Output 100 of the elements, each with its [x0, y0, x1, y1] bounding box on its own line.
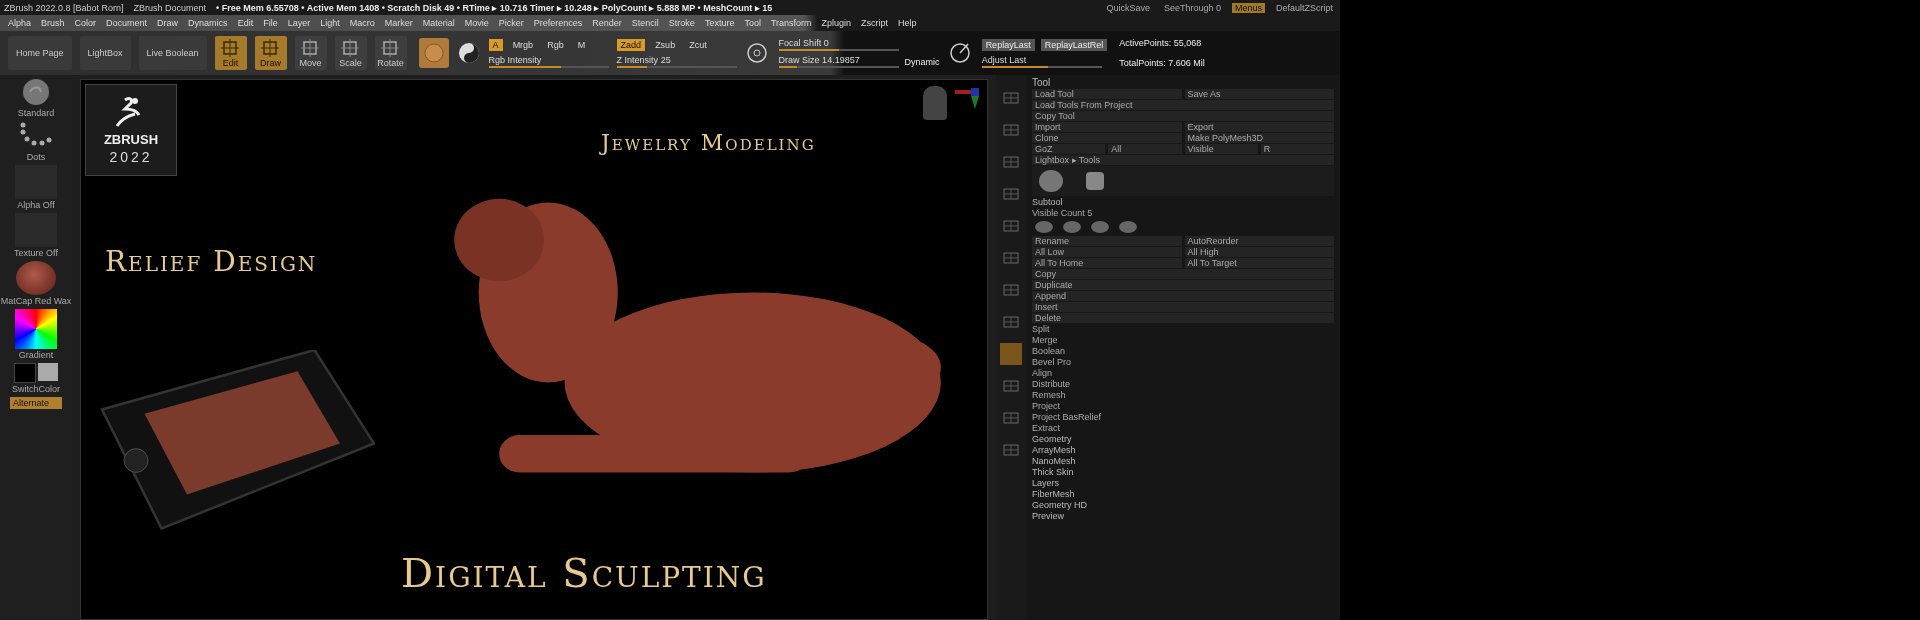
- tool-button[interactable]: Draw: [254, 36, 287, 70]
- palette-button[interactable]: Visible: [1184, 144, 1258, 154]
- palette-section[interactable]: Split: [1032, 324, 1334, 334]
- palette-button[interactable]: All High: [1184, 247, 1334, 257]
- palette-button[interactable]: Lightbox ▸ Tools: [1032, 155, 1334, 165]
- palette-button[interactable]: R: [1260, 144, 1334, 154]
- menu-item[interactable]: Alpha: [8, 18, 32, 28]
- palette-section[interactable]: Merge: [1032, 335, 1334, 345]
- menu-item[interactable]: Zscript: [861, 18, 889, 28]
- palette-button[interactable]: Import: [1032, 122, 1182, 132]
- channel-toggle[interactable]: A: [488, 38, 503, 51]
- tool-button[interactable]: Rotate: [374, 36, 407, 70]
- menu-item[interactable]: Picker: [498, 18, 524, 28]
- title-bar-button[interactable]: Menus: [1231, 2, 1265, 13]
- adjust-last-slider[interactable]: Adjust Last: [981, 54, 1102, 68]
- palette-button[interactable]: Clone: [1032, 133, 1182, 143]
- palette-button[interactable]: Duplicate: [1032, 280, 1334, 290]
- palette-button[interactable]: Make PolyMesh3D: [1184, 133, 1334, 143]
- menu-item[interactable]: Material: [422, 18, 455, 28]
- menu-item[interactable]: File: [263, 18, 278, 28]
- menu-item[interactable]: Tool: [744, 18, 761, 28]
- draw-size-slider[interactable]: Draw Size 14.19857: [778, 55, 899, 68]
- palette-button[interactable]: Insert: [1032, 302, 1334, 312]
- palette-section[interactable]: Distribute: [1032, 379, 1334, 389]
- palette-section[interactable]: Align: [1032, 368, 1334, 378]
- palette-button[interactable]: Save As: [1184, 89, 1334, 99]
- tool-button[interactable]: Edit: [214, 36, 247, 70]
- palette-section[interactable]: Remesh: [1032, 390, 1334, 400]
- title-bar-button[interactable]: SeeThrough 0: [1160, 2, 1224, 13]
- rgb-intensity-slider[interactable]: Rgb Intensity: [488, 54, 609, 68]
- menu-item[interactable]: Macro: [349, 18, 375, 28]
- palette-button[interactable]: Rename: [1032, 236, 1182, 246]
- palette-button[interactable]: Append: [1032, 291, 1334, 301]
- palette-section[interactable]: Bevel Pro: [1032, 357, 1334, 367]
- title-bar-button[interactable]: QuickSave: [1103, 2, 1153, 13]
- focal-shift-slider[interactable]: Focal Shift 0: [778, 38, 899, 51]
- menu-item[interactable]: Texture: [704, 18, 735, 28]
- palette-section[interactable]: Project BasRelief: [1032, 412, 1334, 422]
- palette-menu[interactable]: Layers: [1032, 478, 1334, 488]
- palette-button[interactable]: All To Home: [1032, 258, 1182, 268]
- section-header[interactable]: Subtool: [1032, 197, 1334, 207]
- palette-button[interactable]: All: [1108, 144, 1182, 154]
- menu-item[interactable]: Render: [592, 18, 622, 28]
- menu-item[interactable]: Stencil: [631, 18, 659, 28]
- material-ball-icon[interactable]: [16, 261, 56, 295]
- palette-menu[interactable]: Geometry HD: [1032, 500, 1334, 510]
- menu-item[interactable]: Zplugin: [821, 18, 852, 28]
- depth-toggle[interactable]: Zcut: [685, 38, 711, 51]
- palette-button[interactable]: Delete: [1032, 313, 1334, 323]
- nav-button[interactable]: Live Boolean: [138, 36, 207, 70]
- tool-button[interactable]: Scale: [334, 36, 367, 70]
- menu-item[interactable]: Preferences: [533, 18, 583, 28]
- menu-item[interactable]: Brush: [41, 18, 65, 28]
- depth-toggle[interactable]: Zadd: [616, 38, 646, 51]
- palette-button[interactable]: All To Target: [1184, 258, 1334, 268]
- menu-item[interactable]: Marker: [384, 18, 413, 28]
- palette-button[interactable]: GoZ: [1032, 144, 1106, 154]
- nav-button[interactable]: LightBox: [79, 36, 131, 70]
- palette-section[interactable]: Project: [1032, 401, 1334, 411]
- secondary-color-swatch[interactable]: [38, 363, 58, 381]
- palette-button[interactable]: Export: [1184, 122, 1334, 132]
- palette-button[interactable]: Load Tool: [1032, 89, 1182, 99]
- dynamic-button[interactable]: Dynamic: [904, 56, 940, 67]
- menu-item[interactable]: Dynamics: [188, 18, 228, 28]
- alternate-toggle[interactable]: Alternate: [10, 397, 62, 409]
- main-color-swatch[interactable]: [14, 363, 36, 383]
- menu-item[interactable]: Stroke: [668, 18, 695, 28]
- channel-toggle[interactable]: Mrgb: [508, 38, 538, 51]
- palette-menu[interactable]: Thick Skin: [1032, 467, 1334, 477]
- palette-button[interactable]: Load Tools From Project: [1032, 100, 1334, 110]
- head-thumbnail[interactable]: [923, 86, 947, 120]
- palette-menu[interactable]: Preview: [1032, 511, 1334, 521]
- depth-toggle[interactable]: Zsub: [651, 38, 680, 51]
- replay-button[interactable]: ReplayLastRel: [1040, 38, 1108, 51]
- menu-item[interactable]: Help: [898, 18, 917, 28]
- palette-menu[interactable]: NanoMesh: [1032, 456, 1334, 466]
- channel-toggle[interactable]: Rgb: [543, 38, 568, 51]
- palette-button[interactable]: All Low: [1032, 247, 1182, 257]
- menu-item[interactable]: Draw: [157, 18, 179, 28]
- palette-section[interactable]: Boolean: [1032, 346, 1334, 356]
- palette-button[interactable]: AutoReorder: [1184, 236, 1334, 246]
- menu-item[interactable]: Edit: [237, 18, 254, 28]
- palette-menu[interactable]: Geometry: [1032, 434, 1334, 444]
- channel-toggle[interactable]: M: [573, 38, 590, 51]
- menu-item[interactable]: Color: [74, 18, 97, 28]
- palette-button[interactable]: Copy: [1032, 269, 1334, 279]
- palette-button[interactable]: Copy Tool: [1032, 111, 1334, 121]
- color-picker[interactable]: [15, 309, 57, 349]
- title-bar-button[interactable]: DefaultZScript: [1272, 2, 1336, 13]
- palette-menu[interactable]: ArrayMesh: [1032, 445, 1334, 455]
- menu-item[interactable]: Document: [106, 18, 148, 28]
- tool-button[interactable]: Move: [294, 36, 327, 70]
- z-intensity-slider[interactable]: Z Intensity 25: [616, 54, 737, 68]
- palette-menu[interactable]: FiberMesh: [1032, 489, 1334, 499]
- menu-item[interactable]: Layer: [287, 18, 311, 28]
- menu-item[interactable]: Light: [320, 18, 340, 28]
- nav-button[interactable]: Home Page: [8, 36, 72, 70]
- palette-section[interactable]: Extract: [1032, 423, 1334, 433]
- menu-item[interactable]: Transform: [770, 18, 812, 28]
- menu-item[interactable]: Movie: [464, 18, 489, 28]
